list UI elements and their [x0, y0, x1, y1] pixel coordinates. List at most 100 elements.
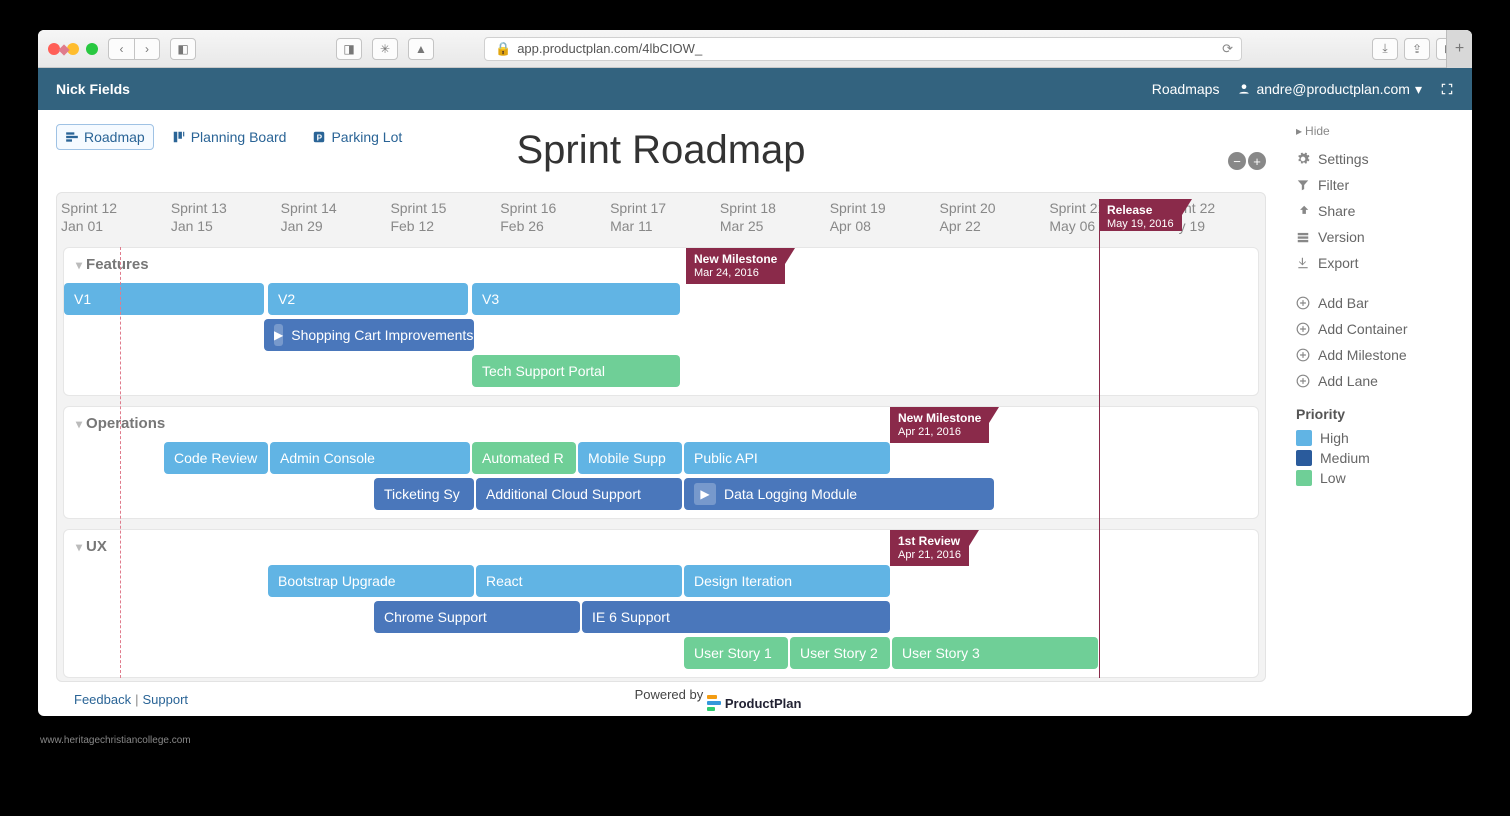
- bar-label: Ticketing Sy: [384, 486, 460, 502]
- refresh-icon[interactable]: ⟳: [1222, 41, 1233, 57]
- workspace-name: Nick Fields: [56, 81, 130, 97]
- bar-label: V1: [74, 291, 91, 307]
- sidebar-add-bar[interactable]: Add Bar: [1296, 290, 1458, 316]
- bar-label: V2: [278, 291, 295, 307]
- sidebar-add-container[interactable]: Add Container: [1296, 316, 1458, 342]
- bar-label: Code Review: [174, 450, 257, 466]
- sidebar-add-lane[interactable]: Add Lane: [1296, 368, 1458, 394]
- lock-icon: 🔒: [495, 41, 511, 57]
- roadmap-bar[interactable]: Tech Support Portal: [472, 355, 680, 387]
- chevron-down-icon: ▾: [76, 258, 82, 272]
- sidebar-toggle-button[interactable]: ◧: [170, 38, 196, 60]
- reader-button[interactable]: ◨: [336, 38, 362, 60]
- roadmap-bar[interactable]: Design Iteration: [684, 565, 890, 597]
- filter-icon: [1296, 178, 1310, 192]
- roadmap-bar[interactable]: User Story 1: [684, 637, 788, 669]
- roadmap-bar[interactable]: Additional Cloud Support: [476, 478, 682, 510]
- roadmap-bar[interactable]: V1: [64, 283, 264, 315]
- bar-label: Tech Support Portal: [482, 363, 605, 379]
- version-icon: [1296, 230, 1310, 244]
- roadmap-bar[interactable]: User Story 2: [790, 637, 890, 669]
- chevron-down-icon: ▾: [76, 417, 82, 431]
- zoom-out-button[interactable]: −: [1228, 152, 1246, 170]
- sidebar-share[interactable]: Share: [1296, 198, 1458, 224]
- milestone[interactable]: New MilestoneApr 21, 2016: [890, 407, 989, 443]
- roadmap-bar[interactable]: React: [476, 565, 682, 597]
- plus-icon: [1296, 322, 1310, 336]
- bar-label: Additional Cloud Support: [486, 486, 641, 502]
- milestone[interactable]: New MilestoneMar 24, 2016: [686, 248, 785, 284]
- roadmap-bar[interactable]: Code Review: [164, 442, 268, 474]
- plus-icon: [1296, 374, 1310, 388]
- hide-sidebar-button[interactable]: ▸ Hide: [1296, 124, 1458, 138]
- milestone[interactable]: 1st ReviewApr 21, 2016: [890, 530, 969, 566]
- lane-row: Ticketing Sy Additional Cloud Support ▶Dat…: [64, 476, 1258, 512]
- back-button[interactable]: ‹: [108, 38, 134, 60]
- roadmap-bar[interactable]: Automated R: [472, 442, 576, 474]
- lane-header[interactable]: ▾ Operations: [64, 407, 1258, 440]
- sprint-column: Sprint 16Feb 26: [496, 193, 606, 241]
- lane-row: Tech Support Portal: [64, 353, 1258, 389]
- sidebar-add-milestone[interactable]: Add Milestone: [1296, 342, 1458, 368]
- roadmap-bar[interactable]: IE 6 Support: [582, 601, 890, 633]
- warning-icon[interactable]: ▲: [408, 38, 434, 60]
- lane-header[interactable]: ▾ UX: [64, 530, 1258, 563]
- new-tab-button[interactable]: +: [1446, 30, 1472, 68]
- tab-planning-board[interactable]: Planning Board: [164, 125, 295, 149]
- fullscreen-button[interactable]: [1440, 82, 1454, 96]
- nav-roadmaps[interactable]: Roadmaps: [1152, 81, 1220, 97]
- gear-icon: [1296, 152, 1310, 166]
- roadmap-bar[interactable]: V3: [472, 283, 680, 315]
- user-menu[interactable]: andre@productplan.com ▾: [1237, 81, 1422, 98]
- bar-label: Mobile Supp: [588, 450, 666, 466]
- bar-label: User Story 2: [800, 645, 878, 661]
- support-link[interactable]: Support: [142, 692, 188, 707]
- roadmap-bar[interactable]: ▶Data Logging Module: [684, 478, 994, 510]
- watermark: www.heritagechristiancollege.com: [40, 735, 191, 746]
- tab-parking-lot[interactable]: P Parking Lot: [304, 125, 410, 149]
- sprint-column: Sprint 18Mar 25: [716, 193, 826, 241]
- sidebar-version[interactable]: Version: [1296, 224, 1458, 250]
- lane-operations: ▾ OperationsNew MilestoneApr 21, 2016 Cod…: [63, 406, 1259, 519]
- bar-label: React: [486, 573, 523, 589]
- address-bar[interactable]: 🔒 app.productplan.com/4lbCIOW_ ⟳: [484, 37, 1242, 61]
- roadmap-bar[interactable]: Ticketing Sy: [374, 478, 474, 510]
- lane-row: Bootstrap Upgrade React Design Iteration: [64, 563, 1258, 599]
- roadmap-bar[interactable]: Mobile Supp: [578, 442, 682, 474]
- chevron-down-icon: ▾: [76, 540, 82, 554]
- timeline: Sprint 12Jan 01Sprint 13Jan 15Sprint 14J…: [56, 192, 1266, 682]
- sidebar-export[interactable]: Export: [1296, 250, 1458, 276]
- bar-label: User Story 1: [694, 645, 772, 661]
- bar-label: Chrome Support: [384, 609, 487, 625]
- feedback-link[interactable]: Feedback: [74, 692, 131, 707]
- page-title: Sprint Roadmap: [516, 128, 805, 173]
- roadmap-bar[interactable]: User Story 3: [892, 637, 1098, 669]
- roadmap-bar[interactable]: Public API: [684, 442, 890, 474]
- lane-header[interactable]: ▾ Features: [64, 248, 1258, 281]
- sidebar-settings[interactable]: Settings: [1296, 146, 1458, 172]
- bar-label: Public API: [694, 450, 758, 466]
- priority-heading: Priority: [1296, 406, 1458, 422]
- roadmap-bar[interactable]: Admin Console: [270, 442, 470, 474]
- roadmap-bar[interactable]: ▶Shopping Cart Improvements: [264, 319, 474, 351]
- tab-roadmap[interactable]: Roadmap: [56, 124, 154, 150]
- share-button[interactable]: ⇪: [1404, 38, 1430, 60]
- forward-button[interactable]: ›: [134, 38, 160, 60]
- zoom-in-button[interactable]: +: [1248, 152, 1266, 170]
- share-icon: [1296, 204, 1310, 218]
- roadmap-bar[interactable]: Chrome Support: [374, 601, 580, 633]
- bar-label: Bootstrap Upgrade: [278, 573, 396, 589]
- roadmap-bar[interactable]: V2: [268, 283, 468, 315]
- sidebar-filter[interactable]: Filter: [1296, 172, 1458, 198]
- board-icon: [172, 130, 186, 144]
- extension-button[interactable]: ✳: [372, 38, 398, 60]
- bar-label: Automated R: [482, 450, 564, 466]
- priority-legend-item: High: [1296, 428, 1458, 448]
- color-swatch: [1296, 470, 1312, 486]
- roadmap-bar[interactable]: Bootstrap Upgrade: [268, 565, 474, 597]
- release-milestone[interactable]: Release May 19, 2016: [1099, 199, 1182, 231]
- priority-legend-item: Low: [1296, 468, 1458, 488]
- download-button[interactable]: ⤓: [1372, 38, 1398, 60]
- expand-icon: [1440, 82, 1454, 96]
- maximize-window-icon[interactable]: [86, 43, 98, 55]
